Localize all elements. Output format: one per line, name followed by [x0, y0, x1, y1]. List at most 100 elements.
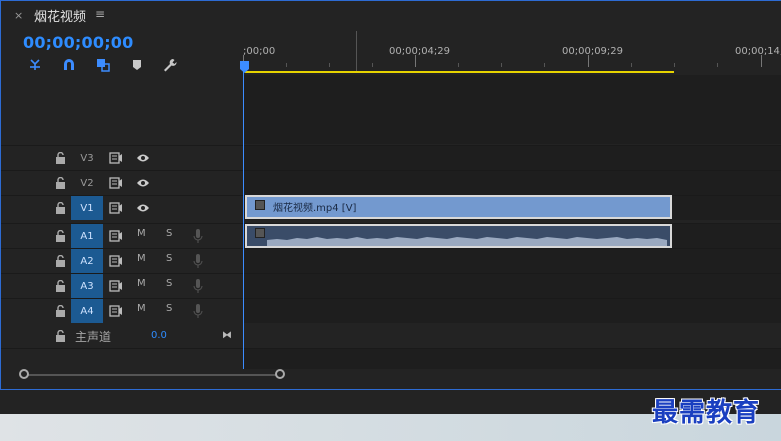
fx-badge-icon — [255, 200, 265, 210]
toggle-output-eye-icon[interactable] — [136, 178, 150, 188]
video-clip[interactable]: 烟花视频.mp4 [V] — [245, 195, 672, 219]
nest-sequence-icon[interactable] — [26, 56, 44, 74]
voiceover-mic-icon[interactable] — [193, 228, 203, 244]
playhead-line[interactable] — [243, 61, 244, 369]
panel-tab-bar: × 烟花视频 ≡ — [1, 1, 781, 29]
track-lane-v2[interactable] — [243, 171, 781, 195]
ruler-tick — [415, 55, 416, 67]
sync-lock-icon[interactable] — [109, 177, 123, 189]
master-volume-value[interactable]: 0.0 — [151, 330, 167, 341]
track-header-a2: A2 M S — [1, 249, 241, 273]
mute-track-button[interactable]: M — [137, 278, 146, 289]
snap-magnet-icon[interactable] — [60, 56, 78, 74]
scroll-handle-right[interactable] — [275, 369, 285, 379]
spacer-lane — [243, 349, 781, 371]
track-lock-icon[interactable] — [55, 330, 66, 342]
track-lane-a3[interactable] — [243, 274, 781, 298]
watermark-logo: 最需教育 — [652, 398, 761, 428]
track-header-a3: A3 M S — [1, 274, 241, 298]
panel-menu-icon[interactable]: ≡ — [95, 7, 105, 21]
sync-lock-icon[interactable] — [109, 280, 123, 292]
ruler-tick — [761, 55, 762, 67]
track-row-v3: V3 — [1, 145, 781, 170]
ruler-tick — [588, 55, 589, 67]
track-header-a1: A1 M S — [1, 224, 241, 248]
timeline-settings-wrench-icon[interactable] — [161, 56, 179, 74]
playhead-handle[interactable] — [240, 58, 249, 73]
sync-lock-icon[interactable] — [109, 305, 123, 317]
ruler-tick — [372, 63, 373, 67]
track-lane-a2[interactable] — [243, 249, 781, 273]
ruler-tick — [544, 63, 545, 67]
playhead-timecode[interactable]: 00;00;00;00 — [23, 33, 133, 52]
ruler-tick — [329, 63, 330, 67]
ruler-label: 00;00;14; — [735, 46, 781, 57]
mute-track-button[interactable]: M — [137, 228, 146, 239]
track-label[interactable]: V1 — [71, 196, 103, 220]
track-label[interactable]: V2 — [71, 171, 103, 195]
ruler-label: 00;00;04;29 — [389, 46, 451, 57]
sync-lock-icon[interactable] — [109, 230, 123, 242]
track-label[interactable]: A2 — [71, 249, 103, 273]
track-lock-icon[interactable] — [55, 255, 66, 267]
track-lock-icon[interactable] — [55, 202, 66, 214]
ruler-tick — [674, 63, 675, 67]
go-to-edit-icon[interactable]: ⧓ — [222, 330, 232, 341]
ruler-label: ;00;00 — [243, 46, 276, 57]
solo-track-button[interactable]: S — [166, 228, 172, 239]
sync-lock-icon[interactable] — [109, 255, 123, 267]
timeline-panel: × 烟花视频 ≡ 00;00;00;00 ;00;00 00;00;04;29 … — [0, 0, 781, 390]
sync-lock-icon[interactable] — [109, 152, 123, 164]
close-tab-button[interactable]: × — [14, 9, 23, 22]
track-lock-icon[interactable] — [55, 305, 66, 317]
track-row-spacer — [1, 348, 781, 371]
mute-track-button[interactable]: M — [137, 303, 146, 314]
voiceover-mic-icon[interactable] — [193, 278, 203, 294]
timeline-toolbar — [1, 56, 241, 76]
track-header-v1: V1 — [1, 196, 241, 220]
voiceover-mic-icon[interactable] — [193, 303, 203, 319]
solo-track-button[interactable]: S — [166, 303, 172, 314]
ruler-tick — [717, 63, 718, 67]
empty-track-space — [243, 75, 781, 144]
timeline-zoom-scrollbar[interactable] — [1, 369, 781, 389]
time-ruler[interactable]: ;00;00 00;00;04;29 00;00;09;29 00;00;14; — [240, 29, 781, 75]
track-lane-a4[interactable] — [243, 299, 781, 323]
voiceover-mic-icon[interactable] — [193, 253, 203, 269]
track-lock-icon[interactable] — [55, 152, 66, 164]
audio-waveform — [267, 237, 667, 246]
work-area-bar[interactable] — [245, 71, 674, 73]
audio-clip[interactable] — [245, 224, 672, 248]
track-row-a3: A3 M S — [1, 273, 781, 298]
track-label[interactable]: A3 — [71, 274, 103, 298]
track-lock-icon[interactable] — [55, 177, 66, 189]
mute-track-button[interactable]: M — [137, 253, 146, 264]
track-row-v2: V2 — [1, 170, 781, 195]
track-label[interactable]: V3 — [71, 146, 103, 170]
solo-track-button[interactable]: S — [166, 253, 172, 264]
track-lock-icon[interactable] — [55, 280, 66, 292]
track-row-a4: A4 M S — [1, 298, 781, 323]
linked-selection-icon[interactable] — [94, 56, 112, 74]
ruler-tick — [458, 63, 459, 67]
scroll-track[interactable] — [24, 374, 281, 376]
video-clip-label: 烟花视频.mp4 [V] — [273, 203, 357, 214]
track-label[interactable]: A1 — [71, 224, 103, 248]
scroll-handle-left[interactable] — [19, 369, 29, 379]
master-track-label: 主声道 — [75, 330, 112, 344]
track-header-v3: V3 — [1, 146, 241, 170]
add-marker-icon[interactable] — [128, 56, 146, 74]
track-lane-v3[interactable] — [243, 146, 781, 170]
ruler-tick — [501, 63, 502, 67]
solo-track-button[interactable]: S — [166, 278, 172, 289]
sequence-tab-title[interactable]: 烟花视频 — [34, 6, 86, 25]
sync-lock-icon[interactable] — [109, 202, 123, 214]
toggle-output-eye-icon[interactable] — [136, 203, 150, 213]
master-track-row: 主声道 0.0 ⧓ — [1, 323, 781, 349]
track-header-a4: A4 M S — [1, 299, 241, 323]
toggle-output-eye-icon[interactable] — [136, 153, 150, 163]
track-lock-icon[interactable] — [55, 230, 66, 242]
track-row-a2: A2 M S — [1, 248, 781, 273]
track-label[interactable]: A4 — [71, 299, 103, 323]
spacer-header — [1, 349, 241, 371]
